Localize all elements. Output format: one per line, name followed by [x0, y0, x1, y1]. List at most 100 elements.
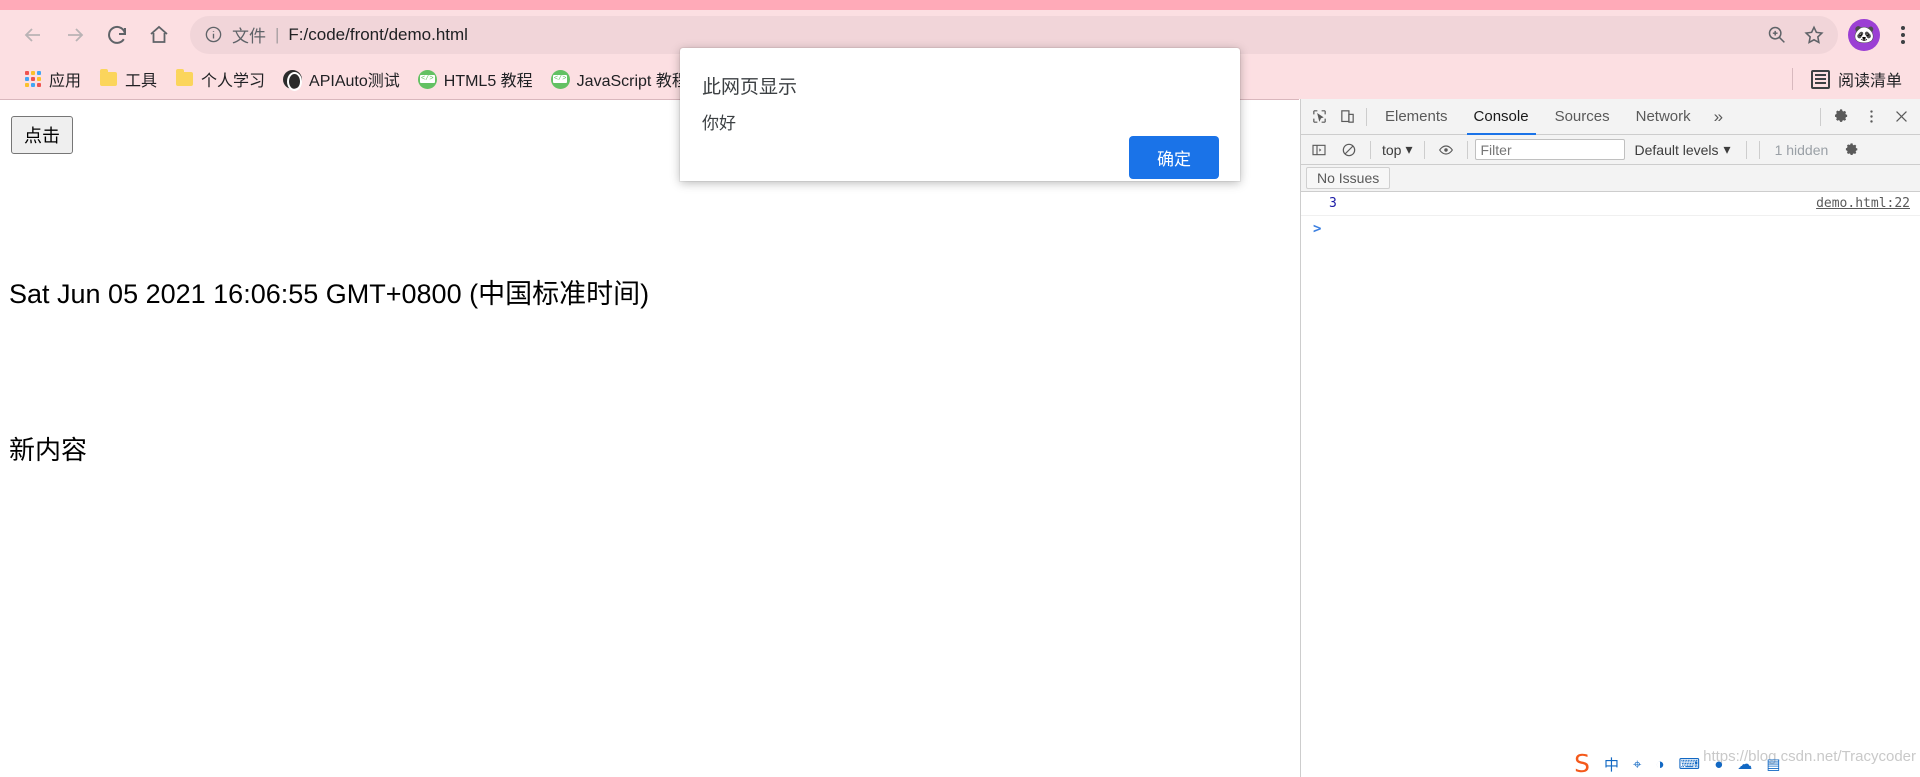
reload-icon [105, 23, 129, 47]
ime-item-dot[interactable]: ● [1714, 756, 1723, 773]
prompt-caret-icon: > [1313, 221, 1322, 237]
code-page-icon: </> [550, 69, 570, 89]
javascript-alert-dialog: 此网页显示 你好 确定 [680, 48, 1240, 181]
bookmark-item-javascript[interactable]: </> JavaScript 教程 [542, 63, 697, 95]
tab-sources[interactable]: Sources [1542, 99, 1623, 135]
home-button[interactable] [138, 14, 180, 56]
console-context-label: top [1382, 141, 1402, 158]
bookmark-item-personal-study[interactable]: 个人学习 [166, 63, 274, 95]
divider [1820, 107, 1821, 126]
bookmark-label: 应用 [49, 73, 82, 90]
click-button[interactable]: 点击 [11, 116, 73, 154]
ime-item-punctuation[interactable]: ⌖ [1633, 756, 1641, 773]
tab-console[interactable]: Console [1461, 99, 1542, 135]
ime-items: 中 ⌖ ◑ ⌨ ● ☁ ▤ [1604, 754, 1780, 775]
reload-button[interactable] [96, 14, 138, 56]
console-settings-gear-icon[interactable] [1838, 136, 1866, 164]
chevron-down-icon: ▾ [1405, 141, 1413, 157]
ime-item-cloud[interactable]: ☁ [1737, 755, 1752, 773]
devtools-menu-icon[interactable] [1856, 103, 1886, 131]
ime-item-keyboard[interactable]: ⌨ [1679, 755, 1701, 773]
bookmark-item-html5[interactable]: </> HTML5 教程 [409, 63, 542, 95]
devtools-tabbar: Elements Console Sources Network » [1301, 99, 1920, 135]
info-circle-icon[interactable] [204, 25, 223, 44]
chevron-down-icon: ▾ [1723, 141, 1731, 157]
back-button[interactable] [12, 14, 54, 56]
dialog-ok-button[interactable]: 确定 [1129, 136, 1219, 179]
arrow-left-icon [21, 23, 45, 47]
code-page-icon: </> [417, 69, 437, 89]
panda-avatar-icon: 🐼 [1853, 25, 1875, 44]
tab-network[interactable]: Network [1623, 99, 1704, 135]
device-toolbar-icon[interactable] [1333, 103, 1361, 131]
date-text: Sat Jun 05 2021 16:06:55 GMT+0800 (中国标准时… [9, 279, 650, 309]
navigation-buttons [0, 14, 180, 56]
bookmark-label: 工具 [125, 73, 158, 90]
star-icon[interactable] [1796, 17, 1832, 53]
console-log-row[interactable]: 3 demo.html:22 [1301, 192, 1920, 216]
url-text[interactable]: F:/code/front/demo.html [288, 25, 468, 45]
bookmark-label: HTML5 教程 [443, 73, 533, 90]
browser-menu-button[interactable] [1886, 16, 1920, 54]
ime-item-menu[interactable]: ▤ [1766, 755, 1780, 773]
issues-bar: No Issues [1301, 165, 1920, 192]
console-prompt[interactable]: > [1301, 216, 1920, 242]
divider [1745, 140, 1747, 159]
divider [1366, 107, 1367, 126]
dialog-message: 你好 [702, 114, 736, 133]
kebab-dot [1901, 39, 1906, 44]
divider [1370, 140, 1371, 159]
live-expression-eye-icon[interactable] [1432, 136, 1460, 164]
console-log-levels-selector[interactable]: Default levels ▾ [1627, 141, 1739, 158]
forward-button[interactable] [54, 14, 96, 56]
divider [1423, 140, 1425, 159]
avatar[interactable]: 🐼 [1848, 18, 1881, 51]
no-issues-button[interactable]: No Issues [1306, 167, 1391, 189]
apps-grid-icon [23, 70, 42, 89]
tab-elements[interactable]: Elements [1372, 99, 1461, 135]
console-context-selector[interactable]: top ▾ [1378, 141, 1417, 158]
tab-strip [0, 0, 1920, 10]
ime-item-moon[interactable]: ◑ [1655, 756, 1664, 773]
devtools-settings-gear-icon[interactable] [1826, 103, 1856, 131]
home-icon [147, 23, 171, 47]
chevron-double-right-icon[interactable]: » [1704, 107, 1733, 127]
bookmark-label: JavaScript 教程 [576, 73, 688, 90]
divider [1758, 140, 1760, 159]
console-output[interactable]: 3 demo.html:22 > [1301, 192, 1920, 777]
reading-list-button[interactable]: 阅读清单 [1803, 63, 1910, 95]
divider [1466, 140, 1468, 159]
folder-icon [175, 69, 194, 89]
bookmark-item-apps[interactable]: 应用 [14, 63, 90, 95]
divider [1791, 68, 1793, 90]
ime-item-chinese[interactable]: 中 [1604, 754, 1619, 775]
new-content-text: 新内容 [9, 435, 88, 465]
bookmarks-bar-right: 阅读清单 [1791, 59, 1910, 99]
console-log-levels-label: Default levels [1634, 141, 1719, 158]
ime-toolbar: S 中 ⌖ ◑ ⌨ ● ☁ ▤ [1560, 751, 1920, 777]
bookmark-label: APIAuto测试 [309, 73, 400, 90]
console-filter-input[interactable] [1474, 139, 1625, 160]
url-separator: | [275, 24, 280, 44]
devtools-close-icon[interactable] [1886, 103, 1916, 131]
devtools-tabbar-actions [1815, 103, 1916, 131]
zoom-in-icon[interactable] [1758, 17, 1794, 53]
bookmark-label: 个人学习 [201, 73, 266, 90]
console-sidebar-icon[interactable] [1305, 136, 1333, 164]
globe-icon [283, 69, 303, 91]
console-log-source-link[interactable]: demo.html:22 [1816, 196, 1910, 211]
kebab-dot [1901, 25, 1906, 30]
inspect-element-icon[interactable] [1305, 103, 1333, 131]
browser-window: 文件 | F:/code/front/demo.html 🐼 应用 工具 个人学… [0, 0, 1920, 777]
kebab-dot [1901, 32, 1906, 37]
clear-console-icon[interactable] [1335, 136, 1363, 164]
page-viewport: 点击 Sat Jun 05 2021 16:06:55 GMT+0800 (中国… [0, 99, 1299, 777]
url-scheme-label: 文件 [232, 27, 266, 46]
bookmark-item-apiauto[interactable]: APIAuto测试 [274, 63, 409, 95]
bookmark-item-tools[interactable]: 工具 [90, 63, 166, 95]
arrow-right-icon [63, 23, 87, 47]
reading-list-icon [1810, 69, 1830, 89]
hidden-messages-count: 1 hidden [1774, 141, 1829, 158]
reading-list-label: 阅读清单 [1837, 73, 1902, 90]
sogou-logo-icon[interactable]: S [1560, 751, 1604, 777]
